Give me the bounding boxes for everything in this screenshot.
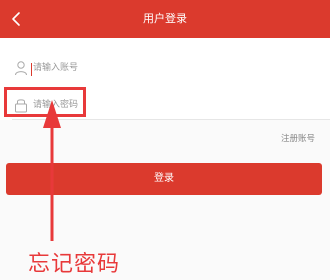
text-cursor xyxy=(31,63,32,76)
form-divider xyxy=(12,119,330,120)
annotation-label: 忘记密码 xyxy=(28,252,121,277)
page-title: 用户登录 xyxy=(143,12,187,25)
account-field xyxy=(0,48,330,89)
user-icon xyxy=(14,60,28,76)
login-button[interactable]: 登录 xyxy=(6,163,322,195)
account-input[interactable] xyxy=(33,59,273,77)
annotation-highlight-box xyxy=(4,87,86,117)
app-header: 用户登录 xyxy=(0,0,330,38)
register-link[interactable]: 注册账号 xyxy=(281,132,315,144)
